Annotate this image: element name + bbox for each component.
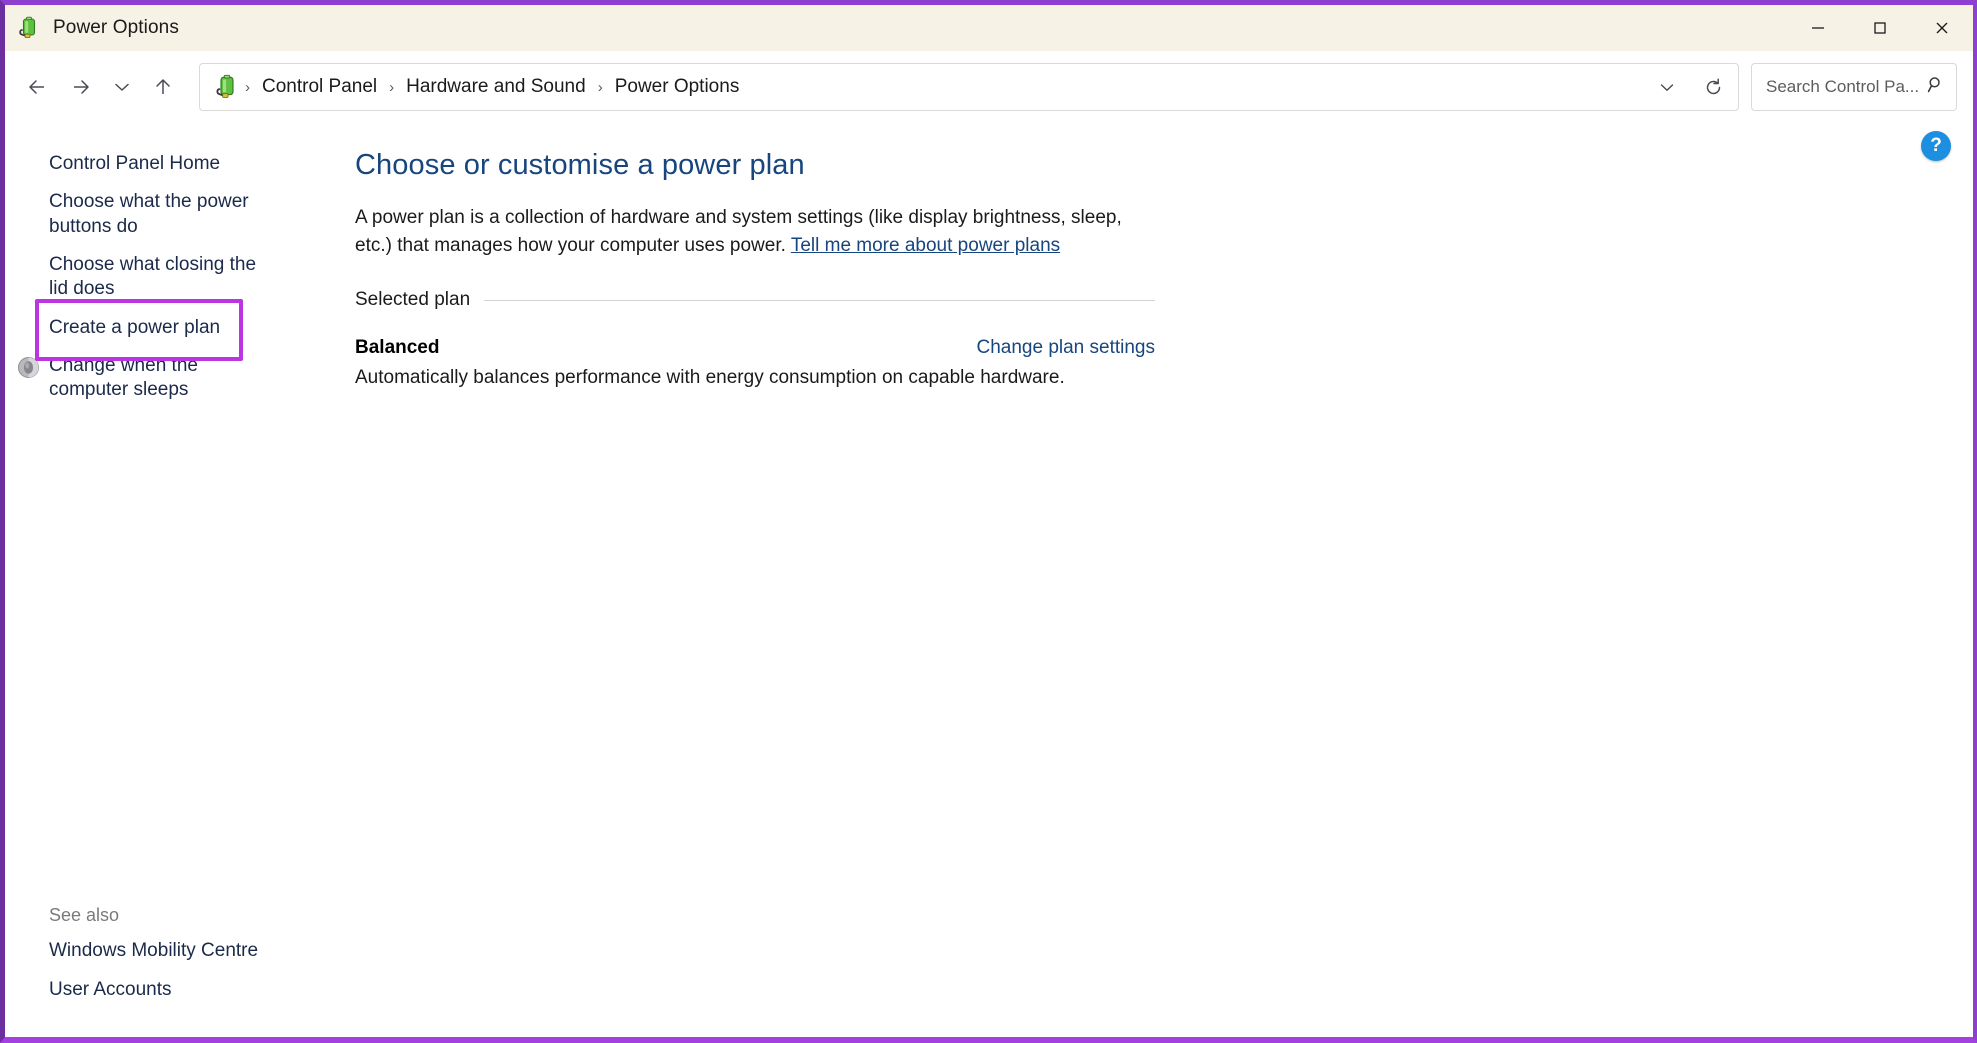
main-pane: ? Choose or customise a power plan A pow…: [355, 123, 1973, 1037]
search-input[interactable]: [1766, 77, 1926, 97]
sidebar-item-change-when-computer-sleeps[interactable]: Change when the computer sleeps: [5, 347, 291, 410]
close-button[interactable]: [1911, 5, 1973, 51]
sidebar-item-label: Change when the computer sleeps: [49, 354, 198, 401]
refresh-icon[interactable]: [1690, 65, 1736, 109]
sidebar-item-choose-power-buttons[interactable]: Choose what the power buttons do: [5, 183, 291, 246]
address-power-plug-battery-icon: [214, 74, 240, 100]
minimize-button[interactable]: [1787, 5, 1849, 51]
see-also-section: See also Windows Mobility Centre User Ac…: [5, 899, 355, 1009]
plan-description: Automatically balances performance with …: [355, 367, 1065, 389]
sidebar-item-user-accounts[interactable]: User Accounts: [5, 971, 291, 1009]
breadcrumb-separator: ›: [389, 78, 395, 96]
up-arrow-icon[interactable]: [141, 65, 185, 109]
selected-plan-section-header: Selected plan: [355, 289, 1155, 311]
address-bar[interactable]: › Control Panel › Hardware and Sound › P…: [199, 63, 1739, 111]
breadcrumb-separator: ›: [597, 78, 603, 96]
sidebar: Control Panel Home Choose what the power…: [5, 123, 355, 1037]
breadcrumb-item-control-panel[interactable]: Control Panel: [253, 71, 386, 103]
content-area: Control Panel Home Choose what the power…: [5, 123, 1973, 1037]
page-description: A power plan is a collection of hardware…: [355, 204, 1125, 259]
tell-me-more-link[interactable]: Tell me more about power plans: [791, 235, 1060, 256]
maximize-button[interactable]: [1849, 5, 1911, 51]
shield-disc-icon: [17, 356, 40, 379]
breadcrumb: › Control Panel › Hardware and Sound › P…: [242, 71, 1644, 103]
back-arrow-icon[interactable]: [15, 65, 59, 109]
sidebar-item-windows-mobility-centre[interactable]: Windows Mobility Centre: [5, 932, 291, 970]
sidebar-item-create-power-plan[interactable]: Create a power plan: [5, 309, 291, 347]
search-icon[interactable]: [1926, 75, 1946, 100]
previous-locations-chevron-icon[interactable]: [1644, 65, 1690, 109]
search-box[interactable]: [1751, 63, 1957, 111]
selected-plan-label: Selected plan: [355, 289, 471, 311]
change-plan-settings-link[interactable]: Change plan settings: [976, 337, 1155, 359]
plan-row: Balanced Change plan settings: [355, 337, 1155, 359]
see-also-label: See also: [49, 905, 120, 926]
title-bar-left: Power Options: [5, 16, 1787, 40]
forward-arrow-icon[interactable]: [59, 65, 103, 109]
section-divider: [484, 299, 1155, 301]
breadcrumb-item-power-options[interactable]: Power Options: [606, 71, 749, 103]
page-title: Choose or customise a power plan: [355, 149, 805, 181]
navigation-bar: › Control Panel › Hardware and Sound › P…: [5, 51, 1973, 123]
breadcrumb-item-hardware-and-sound[interactable]: Hardware and Sound: [397, 71, 595, 103]
sidebar-item-choose-closing-lid[interactable]: Choose what closing the lid does: [5, 246, 291, 309]
breadcrumb-separator: ›: [245, 78, 250, 96]
plan-name: Balanced: [355, 337, 440, 359]
sidebar-item-control-panel-home[interactable]: Control Panel Home: [5, 145, 291, 183]
window-controls: [1787, 5, 1973, 51]
recent-locations-chevron-icon[interactable]: [103, 65, 141, 109]
window-title: Power Options: [53, 17, 179, 38]
power-plug-battery-icon: [17, 16, 41, 40]
power-options-window: Power Options › Control Panel › Hardware…: [0, 0, 1977, 1043]
title-bar: Power Options: [5, 5, 1973, 51]
help-button[interactable]: ?: [1921, 131, 1951, 161]
